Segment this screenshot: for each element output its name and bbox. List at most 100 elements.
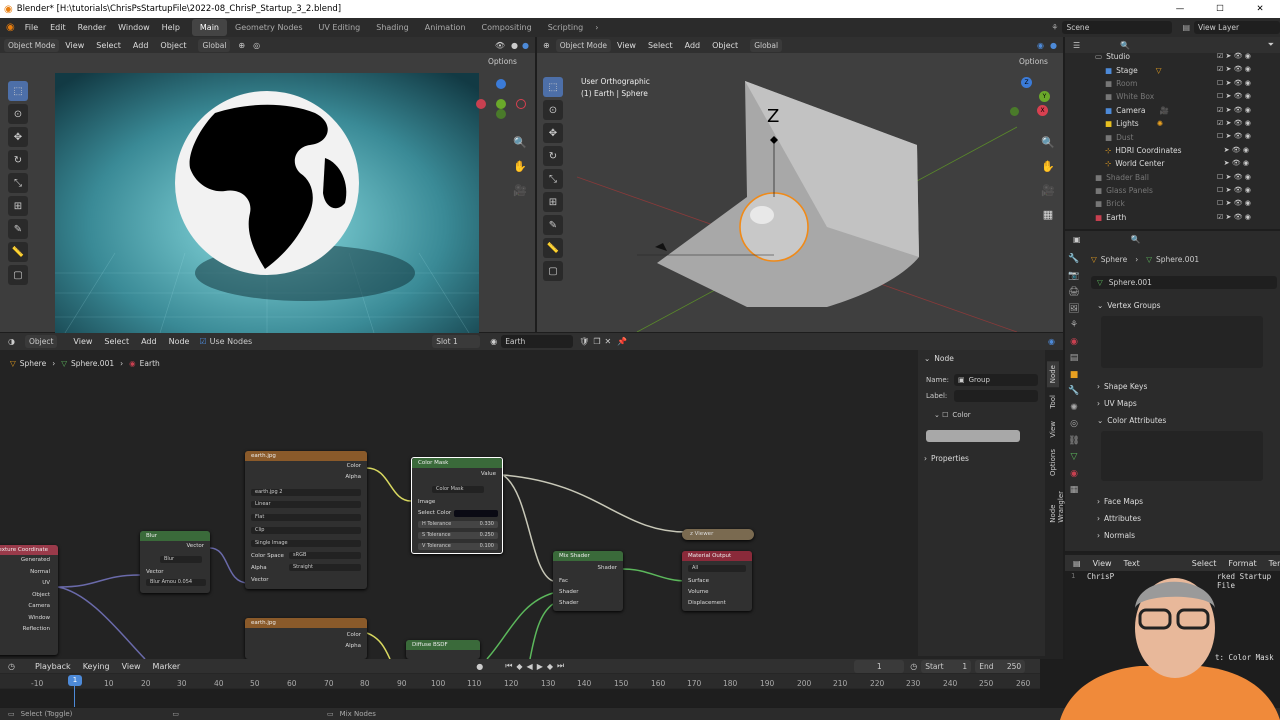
node-editor[interactable]: ◑ Object View Select Add Node ☑ Use Node… [0, 333, 1065, 659]
select-tool-icon[interactable]: ⬚ [8, 81, 28, 101]
record-icon[interactable]: ● [476, 662, 483, 671]
tab-options[interactable]: Options [1047, 445, 1059, 480]
editor-type-icon[interactable]: ⊕ [543, 41, 550, 50]
minimize-button[interactable]: — [1160, 4, 1200, 14]
viewport-perspective[interactable]: ⊕ Object Mode View Select Add Object Glo… [537, 37, 1063, 332]
menu-view[interactable]: View [611, 41, 642, 50]
view-layer-selector[interactable]: View Layer [1194, 21, 1280, 34]
interpolation-field[interactable]: Linear [251, 501, 361, 508]
vertex-groups-list[interactable] [1101, 316, 1263, 368]
color-attributes-list[interactable] [1101, 431, 1263, 481]
close-button[interactable]: ✕ [1240, 4, 1280, 14]
menu-add[interactable]: Add [127, 41, 155, 50]
menu-playback[interactable]: Playback [29, 662, 77, 671]
nav-gizmo[interactable]: Z Y X [1007, 77, 1059, 129]
tab-node-wrangler[interactable]: Node Wrangler [1047, 487, 1067, 527]
node-texture-coordinate[interactable]: Texture Coordinate Generated Normal UV Obje… [0, 545, 58, 655]
maximize-button[interactable]: ☐ [1200, 4, 1240, 14]
particles-tab-icon[interactable]: ✺ [1067, 400, 1081, 417]
tool-tab-icon[interactable]: 🔧 [1067, 251, 1081, 268]
mode-selector[interactable]: Object Mode [555, 38, 611, 52]
viewport-options[interactable]: Options [488, 57, 517, 66]
tab-view[interactable]: View [1047, 417, 1059, 442]
node-mix-shader[interactable]: Mix Shader Shader Fac Shader Shader [553, 551, 623, 611]
world-tab-icon[interactable]: ◉ [1067, 334, 1081, 351]
snap-icon[interactable]: ⊕ [238, 41, 245, 50]
scene-tab-icon[interactable]: ⚘ [1067, 317, 1081, 334]
section-attributes[interactable]: › Attributes [1091, 510, 1277, 527]
blur-amount-field[interactable]: Blur Amou 0.054 [146, 579, 206, 586]
group-datablock-field[interactable]: Color Mask [432, 486, 484, 493]
scale-tool-icon[interactable]: ⤡ [8, 173, 28, 193]
tab-animation[interactable]: Animation [417, 19, 474, 36]
viewport-options[interactable]: Options [1019, 57, 1048, 66]
output-target-field[interactable]: All [688, 565, 746, 572]
section-shape-keys[interactable]: › Shape Keys [1091, 378, 1277, 395]
source-field[interactable]: Single Image [251, 540, 361, 547]
menu-select[interactable]: Select [90, 41, 127, 50]
image-datablock-field[interactable]: earth.jpg 2 [251, 489, 361, 496]
menu-object[interactable]: Object [154, 41, 192, 50]
section-face-maps[interactable]: › Face Maps [1091, 493, 1277, 510]
panel-node-header[interactable]: ⌄ Node [924, 354, 954, 363]
node-image-texture-earth[interactable]: earth.jpg Color Alpha earth.jpg 2 Linear… [245, 451, 367, 589]
texture-tab-icon[interactable]: ▦ [1067, 482, 1081, 499]
camera-view-icon[interactable]: 🎥 [1039, 181, 1057, 199]
cursor-tool-icon[interactable]: ⊙ [8, 104, 28, 124]
gizmo-y[interactable]: Y [1039, 91, 1050, 102]
rotate-tool-icon[interactable]: ↻ [543, 146, 563, 166]
start-frame-field[interactable]: Start 1 [921, 659, 972, 673]
move-tool-icon[interactable]: ✥ [8, 127, 28, 147]
data-tab-icon[interactable]: ▽ [1067, 449, 1081, 466]
tab-tool[interactable]: Tool [1047, 391, 1059, 413]
select-tool-icon[interactable]: ⬚ [543, 77, 563, 97]
menu-edit[interactable]: Edit [44, 23, 72, 32]
chevron-right-icon[interactable]: › [595, 23, 598, 32]
tab-node[interactable]: Node [1047, 361, 1059, 388]
menu-marker[interactable]: Marker [147, 662, 187, 671]
constraints-tab-icon[interactable]: ⛓ [1067, 433, 1081, 450]
jump-end-icon[interactable]: ⏭ [557, 661, 564, 671]
filter-icon[interactable]: ⏷ [1268, 40, 1274, 50]
panel-properties-header[interactable]: › Properties [924, 454, 969, 463]
mesh-datablock[interactable]: ▽ Sphere.001 [1091, 276, 1277, 289]
properties-type-icon[interactable]: ▣ [1073, 235, 1081, 244]
play-reverse-icon[interactable]: ◀ [527, 662, 533, 671]
output-tab-icon[interactable]: 🖨 [1067, 284, 1081, 301]
shading-solid-icon[interactable]: ● [511, 41, 518, 50]
transform-tool-icon[interactable]: ⊞ [8, 196, 28, 216]
tab-main[interactable]: Main [191, 19, 228, 36]
menu-keying[interactable]: Keying [77, 662, 116, 671]
zoom-icon[interactable]: 🔍 [511, 133, 529, 151]
keyframe-prev-icon[interactable]: ◆ [516, 662, 522, 671]
transform-tool-icon[interactable]: ⊞ [543, 192, 563, 212]
menu-add[interactable]: Add [679, 41, 707, 50]
section-normals[interactable]: › Normals [1091, 527, 1277, 544]
orientation-selector[interactable]: Global [750, 38, 783, 52]
add-cube-tool-icon[interactable]: ▢ [543, 261, 563, 281]
node-name-field[interactable]: ▣ Group [954, 374, 1038, 386]
material-tab-icon[interactable]: ◉ [1067, 466, 1081, 483]
section-uv-maps[interactable]: › UV Maps [1091, 395, 1277, 412]
orientation-selector[interactable]: Global [198, 38, 231, 52]
nav-gizmo[interactable] [476, 79, 536, 139]
cursor-tool-icon[interactable]: ⊙ [543, 100, 563, 120]
editor-type-icon[interactable]: ◷ [8, 662, 15, 671]
shading-rendered-icon[interactable]: ● [522, 41, 529, 50]
menu-file[interactable]: File [19, 23, 44, 32]
menu-window[interactable]: Window [112, 23, 156, 32]
overlay-icon[interactable]: ◉ [1048, 337, 1055, 346]
menu-view[interactable]: View [59, 41, 90, 50]
play-icon[interactable]: ▶ [537, 662, 543, 671]
object-tab-icon[interactable]: ■ [1067, 367, 1081, 384]
collection-tab-icon[interactable]: ▤ [1067, 350, 1081, 367]
select-color-swatch[interactable] [454, 510, 498, 517]
tab-shading[interactable]: Shading [368, 19, 417, 36]
rotate-tool-icon[interactable]: ↻ [8, 150, 28, 170]
zoom-icon[interactable]: 🔍 [1039, 133, 1057, 151]
tab-compositing[interactable]: Compositing [474, 19, 540, 36]
color-space-field[interactable]: sRGB [289, 552, 361, 559]
tab-uv-editing[interactable]: UV Editing [311, 19, 369, 36]
projection-field[interactable]: Flat [251, 514, 361, 521]
s-tolerance-field[interactable]: S Tolerance 0.250 [418, 532, 498, 539]
